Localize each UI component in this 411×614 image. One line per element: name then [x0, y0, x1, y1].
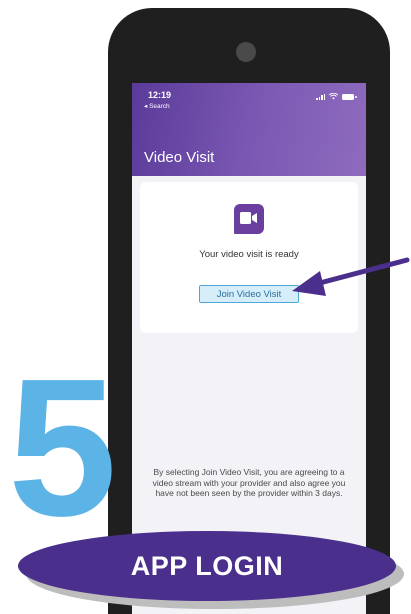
step-label: APP LOGIN	[18, 531, 396, 601]
step-number: 5	[8, 338, 117, 557]
